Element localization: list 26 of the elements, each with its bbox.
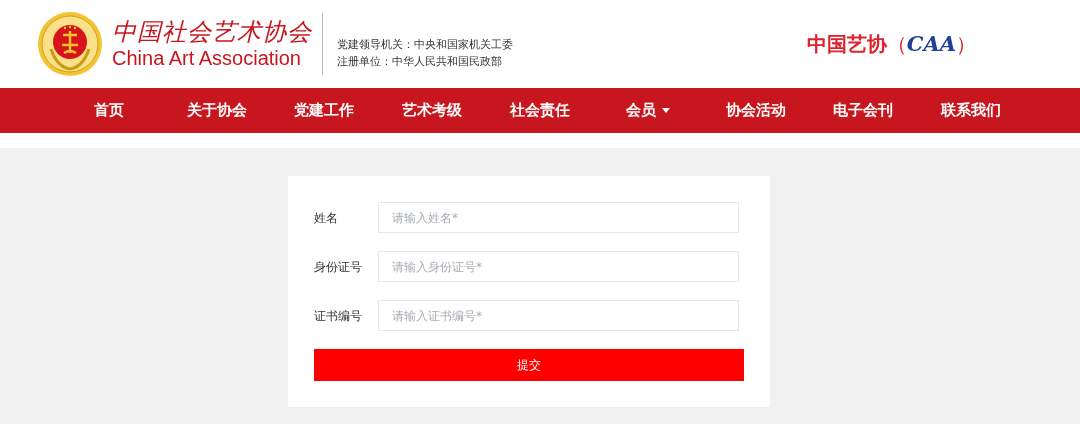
logo-calligraphy: 中国社会艺术协会 — [112, 18, 312, 46]
brand-bracket: （ — [886, 31, 907, 58]
submit-button[interactable]: 提交 — [314, 349, 744, 381]
input-field[interactable]: 请输入身份证号* — [378, 251, 739, 282]
brand-abbreviation: CAA — [906, 30, 956, 59]
nav-link[interactable]: 协会活动 — [725, 99, 786, 122]
field-label: 姓名 — [314, 209, 339, 227]
nav-link[interactable]: 电子会刊 — [833, 99, 894, 122]
nav-link[interactable]: 联系我们 — [941, 99, 1002, 122]
field-label: 证书编号 — [314, 307, 363, 325]
header-info-text: 注册单位：中华人民共和国民政部 — [337, 54, 503, 69]
header-info-text: 党建领导机关：中央和国家机关工委 — [337, 37, 513, 52]
nav-link[interactable]: 会员 — [625, 99, 670, 122]
caret-icon — [661, 108, 670, 113]
logo-english: China Art Association — [112, 46, 302, 70]
input-field[interactable]: 请输入证书编号* — [378, 300, 739, 331]
input-field[interactable]: 请输入姓名* — [378, 202, 739, 233]
nav-link[interactable]: 社会责任 — [510, 99, 570, 122]
nav-link[interactable]: 艺术考级 — [402, 99, 463, 122]
nav-link[interactable]: 关于协会 — [186, 99, 247, 122]
nav-link[interactable]: 党建工作 — [294, 99, 355, 122]
seal-emblem-icon — [37, 11, 103, 77]
field-label: 身份证号 — [314, 258, 363, 276]
brand-bracket: ） — [956, 31, 976, 58]
nav-link[interactable]: 首页 — [93, 99, 124, 122]
brand-name: 中国艺协 — [806, 31, 887, 58]
